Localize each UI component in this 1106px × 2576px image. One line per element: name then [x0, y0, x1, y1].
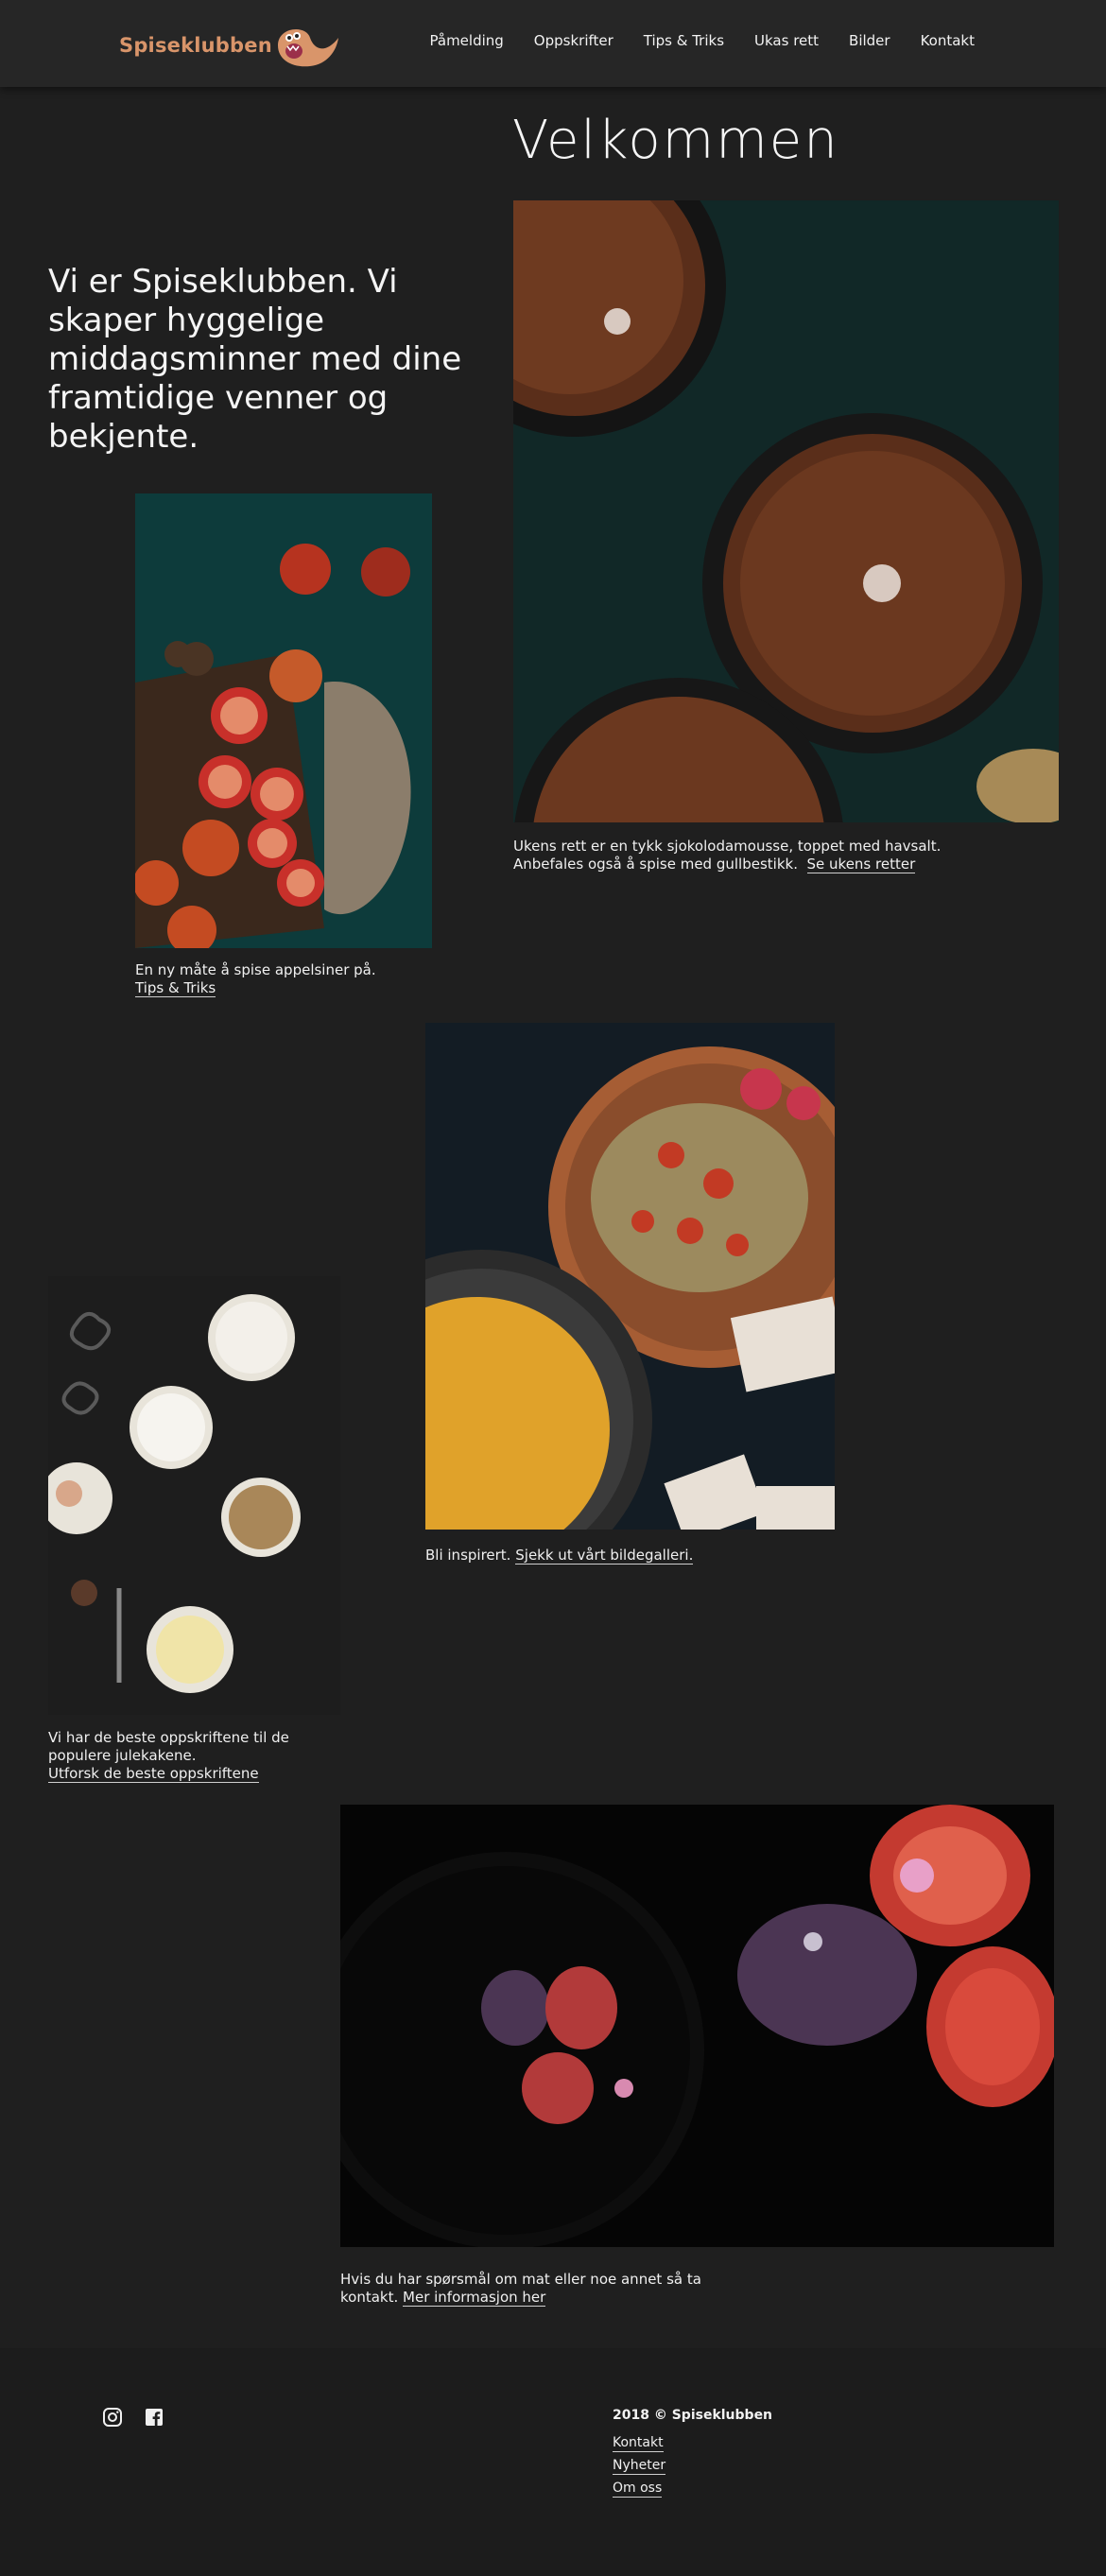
- best-recipes-link[interactable]: Utforsk de beste oppskriftene: [48, 1765, 259, 1783]
- hummus-caption: Bli inspirert. Sjekk ut vårt bildegaller…: [425, 1547, 835, 1565]
- facebook-icon[interactable]: [144, 2407, 164, 2428]
- footer-links: Kontakt Nyheter Om oss: [613, 2435, 666, 2498]
- instagram-icon[interactable]: [102, 2407, 123, 2428]
- hummus-caption-text: Bli inspirert.: [425, 1547, 511, 1564]
- nav-pamelding[interactable]: Påmelding: [430, 32, 504, 49]
- copyright: 2018 © Spiseklubben: [613, 2408, 773, 2423]
- baking-photo: [48, 1276, 340, 1715]
- baking-caption: Vi har de beste oppskriftene til de popu…: [48, 1729, 294, 1783]
- see-weekly-dishes-link[interactable]: Se ukens retter: [806, 856, 916, 873]
- tips-triks-link[interactable]: Tips & Triks: [135, 979, 216, 997]
- figs-caption: Hvis du har spørsmål om mat eller noe an…: [340, 2271, 737, 2307]
- nav-ukas-rett[interactable]: Ukas rett: [754, 32, 819, 49]
- logo-text: Spiseklubben: [119, 34, 272, 57]
- logo[interactable]: Spiseklubben: [119, 17, 344, 74]
- nav-oppskrifter[interactable]: Oppskrifter: [534, 32, 613, 49]
- mascot-logo-icon: [277, 28, 338, 67]
- page-title: Velkommen: [512, 110, 839, 171]
- hummus-photo: [425, 1023, 835, 1530]
- figs-photo: [340, 1805, 1054, 2247]
- mousse-caption: Ukens rett er en tykk sjokolodamousse, t…: [513, 838, 1005, 873]
- more-info-link[interactable]: Mer informasjon her: [403, 2289, 546, 2307]
- nav-tips-triks[interactable]: Tips & Triks: [644, 32, 724, 49]
- footer-link-om-oss[interactable]: Om oss: [613, 2481, 663, 2498]
- gallery-link[interactable]: Sjekk ut vårt bildegalleri.: [515, 1547, 694, 1565]
- oranges-caption: En ny måte å spise appelsiner på. Tips &…: [135, 961, 432, 997]
- social-links: [102, 2407, 164, 2428]
- nav-kontakt[interactable]: Kontakt: [921, 32, 975, 49]
- mousse-photo: [513, 200, 1059, 822]
- oranges-photo: [135, 493, 432, 948]
- intro-text: Vi er Spiseklubben. Vi skaper hyggelige …: [48, 263, 462, 456]
- main-nav: Påmelding Oppskrifter Tips & Triks Ukas …: [430, 32, 976, 49]
- site-footer: 2018 © Spiseklubben Kontakt Nyheter Om o…: [0, 2348, 1106, 2576]
- site-header: Spiseklubben Påmelding Oppskrifter Tips …: [0, 0, 1106, 87]
- footer-link-nyheter[interactable]: Nyheter: [613, 2458, 666, 2475]
- footer-link-kontakt[interactable]: Kontakt: [613, 2435, 664, 2452]
- oranges-caption-text: En ny måte å spise appelsiner på.: [135, 961, 376, 978]
- baking-caption-text: Vi har de beste oppskriftene til de popu…: [48, 1729, 289, 1764]
- nav-bilder[interactable]: Bilder: [849, 32, 890, 49]
